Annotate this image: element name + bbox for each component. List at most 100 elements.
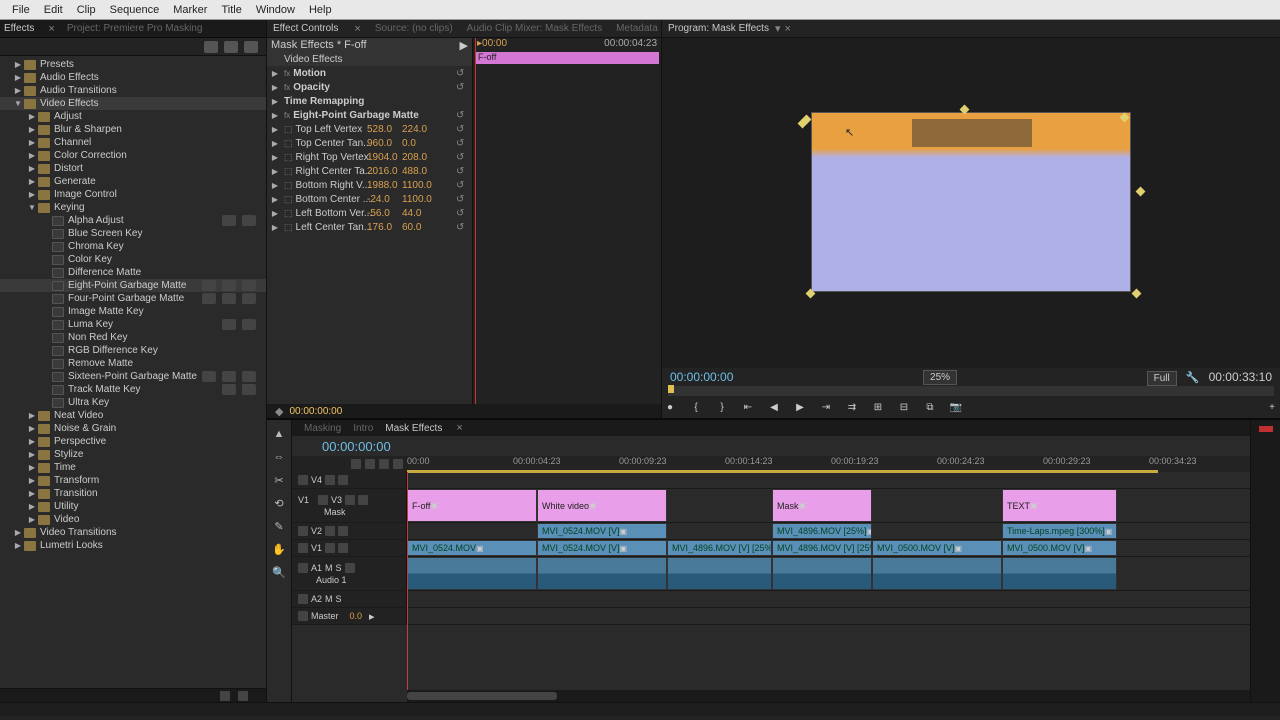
- audio-clip[interactable]: [667, 557, 772, 590]
- tab-project[interactable]: Project: Premiere Pro Masking: [67, 23, 203, 34]
- twisty-icon[interactable]: ▶: [271, 139, 279, 147]
- reset-icon[interactable]: ↺: [456, 138, 466, 148]
- tree-item[interactable]: Alpha Adjust: [0, 214, 266, 227]
- timeline-clip[interactable]: MVI_0500.MOV [V] ▣: [872, 540, 1002, 556]
- tab-effect-controls[interactable]: Effect Controls: [273, 23, 338, 34]
- reset-icon[interactable]: ↺: [456, 208, 466, 218]
- mute-icon[interactable]: [338, 526, 348, 536]
- reset-icon[interactable]: ↺: [456, 180, 466, 190]
- transport-button[interactable]: }: [714, 400, 730, 414]
- twisty-icon[interactable]: ▶: [28, 503, 36, 511]
- property-value[interactable]: 528.0: [367, 124, 392, 135]
- property-value[interactable]: 44.0: [402, 208, 421, 219]
- lock-icon[interactable]: [298, 563, 308, 573]
- property-value[interactable]: 1100.0: [402, 194, 432, 205]
- audio-clip[interactable]: [1002, 557, 1117, 590]
- tree-item[interactable]: ▶Utility: [0, 500, 266, 513]
- menu-edit[interactable]: Edit: [38, 2, 69, 18]
- twisty-icon[interactable]: ▶: [28, 425, 36, 433]
- ec-property[interactable]: ▶⬚ Left Center Tan...176.060.0↺: [267, 220, 472, 234]
- tree-item[interactable]: ▶Color Correction: [0, 149, 266, 162]
- tree-item[interactable]: ▶Generate: [0, 175, 266, 188]
- twisty-icon[interactable]: ▶: [271, 97, 279, 105]
- menu-sequence[interactable]: Sequence: [104, 2, 166, 18]
- tree-item[interactable]: ▼Video Effects: [0, 97, 266, 110]
- effect-controls-timeline[interactable]: ▸00:00 00:00:04:23 F-off: [472, 38, 661, 404]
- chevron-down-icon[interactable]: ▾: [775, 22, 781, 35]
- eye-icon[interactable]: [325, 526, 335, 536]
- timeline-clip[interactable]: MVI_4896.MOV [25%] ▣: [772, 523, 872, 539]
- twisty-icon[interactable]: ▶: [14, 74, 22, 82]
- timeline-clip[interactable]: Mask ▣: [772, 489, 872, 522]
- tree-item[interactable]: ▶Neat Video: [0, 409, 266, 422]
- ec-property[interactable]: ▶fx Opacity↺: [267, 80, 472, 94]
- transport-button[interactable]: 📷: [948, 400, 964, 414]
- tab-source[interactable]: Source: (no clips): [375, 23, 453, 34]
- reset-icon[interactable]: ↺: [456, 152, 466, 162]
- tree-item[interactable]: ▶Time: [0, 461, 266, 474]
- track-a1-clips[interactable]: [407, 557, 1250, 590]
- tree-item[interactable]: ▶Audio Transitions: [0, 84, 266, 97]
- tab-sequence[interactable]: Mask Effects: [385, 423, 442, 434]
- tab-program[interactable]: Program: Mask Effects: [668, 23, 769, 34]
- tree-item[interactable]: Image Matte Key: [0, 305, 266, 318]
- timeline-current-time[interactable]: 00:00:00:00: [322, 439, 391, 454]
- twisty-icon[interactable]: ▶: [28, 477, 36, 485]
- reset-icon[interactable]: ↺: [456, 194, 466, 204]
- lock-icon[interactable]: [298, 594, 308, 604]
- tree-item[interactable]: ▶Presets: [0, 58, 266, 71]
- tree-item[interactable]: ▶Image Control: [0, 188, 266, 201]
- track-header-v4[interactable]: V4: [292, 472, 407, 488]
- timeline-clip[interactable]: MVI_4896.MOV [V] [25%] ▣: [772, 540, 872, 556]
- trash-icon[interactable]: [238, 691, 248, 701]
- lock-icon[interactable]: [298, 475, 308, 485]
- playhead-marker[interactable]: [668, 385, 674, 393]
- garbage-matte-handle[interactable]: [1136, 186, 1146, 196]
- tree-item[interactable]: Luma Key: [0, 318, 266, 331]
- tree-item[interactable]: Non Red Key: [0, 331, 266, 344]
- reset-icon[interactable]: ↺: [456, 124, 466, 134]
- mute-icon[interactable]: [338, 543, 348, 553]
- ec-property[interactable]: ▶⬚ Right Center Ta...2016.0488.0↺: [267, 164, 472, 178]
- reset-icon[interactable]: ↺: [456, 166, 466, 176]
- tree-item[interactable]: Difference Matte: [0, 266, 266, 279]
- twisty-icon[interactable]: ▶: [271, 153, 279, 161]
- tool-button[interactable]: ⇔: [271, 449, 287, 465]
- eye-icon[interactable]: [325, 543, 335, 553]
- 32bit-icon[interactable]: [224, 41, 238, 53]
- tree-item[interactable]: Eight-Point Garbage Matte: [0, 279, 266, 292]
- ec-clip-bar[interactable]: F-off: [475, 52, 659, 64]
- ec-property[interactable]: ▶⬚ Right Top Vertex1904.0208.0↺: [267, 150, 472, 164]
- transport-button[interactable]: ⇉: [844, 400, 860, 414]
- timeline-clip[interactable]: TEXT ▣: [1002, 489, 1117, 522]
- twisty-icon[interactable]: ▶: [28, 490, 36, 498]
- ec-property[interactable]: ▶⬚ Bottom Center ...-24.01100.0↺: [267, 192, 472, 206]
- timeline-clip[interactable]: F-off ▣: [407, 489, 537, 522]
- close-icon[interactable]: ×: [785, 23, 791, 35]
- ec-property[interactable]: Video Effects: [267, 52, 472, 66]
- property-value[interactable]: 960.0: [367, 138, 392, 149]
- transport-button[interactable]: ⧉: [922, 400, 938, 414]
- mute-icon[interactable]: [358, 495, 368, 505]
- tab-audio-mixer[interactable]: Audio Clip Mixer: Mask Effects: [467, 23, 602, 34]
- twisty-icon[interactable]: ▶: [28, 516, 36, 524]
- timeline-clip[interactable]: MVI_0500.MOV [V] ▣: [1002, 540, 1117, 556]
- settings-icon[interactable]: [393, 459, 403, 469]
- twisty-icon[interactable]: [271, 55, 279, 63]
- tool-button[interactable]: ⟲: [271, 495, 287, 511]
- audio-clip[interactable]: [772, 557, 872, 590]
- ec-current-time[interactable]: 00:00:00:00: [289, 406, 342, 417]
- diamond-icon[interactable]: ◆: [275, 405, 283, 418]
- close-icon[interactable]: ×: [48, 23, 54, 35]
- twisty-icon[interactable]: ▶: [28, 113, 36, 121]
- timeline-scrollbar[interactable]: [407, 690, 1250, 702]
- property-value[interactable]: 1100.0: [402, 180, 432, 191]
- playhead[interactable]: [475, 38, 476, 404]
- audio-clip[interactable]: [537, 557, 667, 590]
- chevron-right-icon[interactable]: ▸: [369, 610, 375, 623]
- effect-controls-props[interactable]: Mask Effects * F-off▶Video Effects▶fx Mo…: [267, 38, 472, 404]
- twisty-icon[interactable]: ▶: [28, 152, 36, 160]
- twisty-icon[interactable]: ▶: [271, 209, 279, 217]
- twisty-icon[interactable]: ▶: [28, 464, 36, 472]
- track-header-master[interactable]: Master0.0▸: [292, 608, 407, 624]
